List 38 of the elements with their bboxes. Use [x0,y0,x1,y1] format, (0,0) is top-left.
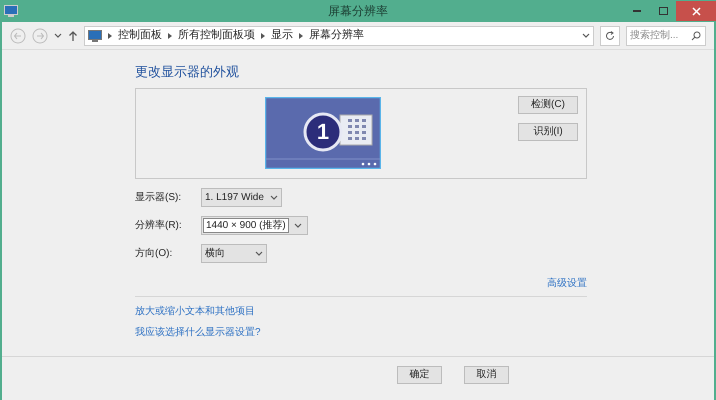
address-caret-icon [582,33,590,38]
chevron-right-icon [299,32,303,38]
dialog-button[interactable]: 确定 [397,366,442,384]
panel-button[interactable]: 识别(I) [518,122,578,140]
history-caret-icon [54,33,62,38]
monitor-icon [88,30,102,42]
help-link[interactable]: 放大或缩小文本和其他项目 [135,304,255,318]
window-title: 屏幕分辨率 [328,3,388,20]
select-dropdown[interactable]: 横向 [201,244,267,263]
breadcrumb-item[interactable]: 显示 [271,27,293,44]
close-icon [692,6,700,16]
chevron-right-icon [108,32,112,38]
refresh-button[interactable] [600,26,620,46]
select-dropdown[interactable]: 1. L197 Wide [201,188,282,207]
maximize-icon [658,7,668,15]
display-thumbnail-icon[interactable]: 1 [265,97,381,169]
search-icon [691,30,701,40]
breadcrumb-item[interactable]: 控制面板 [118,27,162,44]
field-label: 分辨率(R): [135,218,183,233]
up-arrow-icon[interactable] [68,30,78,42]
breadcrumb-item[interactable]: 屏幕分辨率 [309,27,364,44]
advanced-settings-link[interactable]: 高级设置 [547,276,587,290]
close-button[interactable] [676,1,716,21]
breadcrumb-item[interactable]: 所有控制面板项 [178,27,255,44]
help-link[interactable]: 我应该选择什么显示器设置? [135,324,261,340]
chevron-right-icon [261,32,265,38]
dialog-button[interactable]: 取消 [464,366,509,384]
monitor-icon [4,5,18,17]
page-heading: 更改显示器的外观 [135,63,240,81]
chevron-right-icon [168,32,172,38]
search-field[interactable]: 搜索控制... [626,26,706,46]
panel-button[interactable]: 检测(C) [518,96,578,114]
address-bar[interactable]: 控制面板 所有控制面板项 显示 屏幕分辨率 [84,26,594,46]
field-label: 方向(O): [135,246,174,261]
resolution-dropdown[interactable]: 1440 × 900 (推荐) [201,216,308,235]
refresh-icon [605,30,615,40]
field-label: 显示器(S): [135,191,182,205]
minimize-icon [633,10,641,12]
